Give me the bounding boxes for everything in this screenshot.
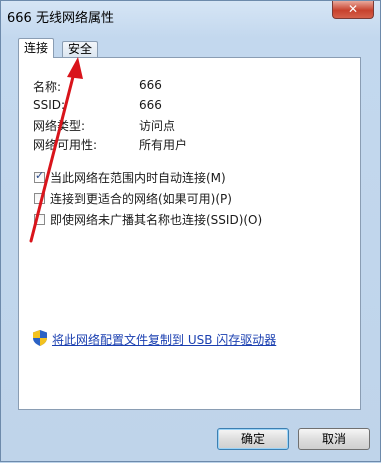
- ssid-label: SSID:: [33, 98, 66, 112]
- title-bar[interactable]: 666 无线网络属性 ✕: [1, 1, 380, 31]
- auto-connect-checkbox[interactable]: [34, 169, 45, 183]
- tab-connection[interactable]: 连接: [18, 38, 55, 58]
- prefer-network-label[interactable]: 连接到更适合的网络(如果可用)(P): [50, 190, 232, 207]
- hidden-ssid-checkbox[interactable]: [34, 214, 45, 225]
- uac-shield-icon: [33, 330, 47, 346]
- window-title: 666 无线网络属性: [7, 11, 114, 26]
- ssid-value: 666: [139, 98, 162, 112]
- prefer-network-checkbox[interactable]: [34, 193, 45, 204]
- name-value: 666: [139, 78, 162, 92]
- auto-connect-label[interactable]: 当此网络在范围内时自动连接(M): [50, 169, 226, 186]
- tab-security[interactable]: 安全: [62, 41, 99, 58]
- network-type-value: 访问点: [139, 119, 176, 133]
- connection-panel: 名称: 666 SSID: 666 网络类型: 访问点 网络可用性: 所有用户 …: [18, 57, 361, 410]
- name-label: 名称:: [33, 80, 62, 94]
- wireless-properties-dialog: 666 无线网络属性 ✕ 连接 安全 名称: 666 SSID: 666 网络类…: [0, 0, 381, 462]
- network-availability-label: 网络可用性:: [33, 138, 98, 152]
- network-availability-value: 所有用户: [139, 138, 188, 152]
- close-icon: ✕: [347, 2, 359, 16]
- cancel-button[interactable]: 取消: [298, 428, 370, 450]
- network-type-label: 网络类型:: [33, 119, 86, 133]
- close-button[interactable]: ✕: [332, 1, 374, 19]
- ok-button[interactable]: 确定: [217, 428, 289, 450]
- copy-profile-link[interactable]: 将此网络配置文件复制到 USB 闪存驱动器: [52, 331, 276, 348]
- hidden-ssid-label[interactable]: 即使网络未广播其名称也连接(SSID)(O): [50, 211, 262, 228]
